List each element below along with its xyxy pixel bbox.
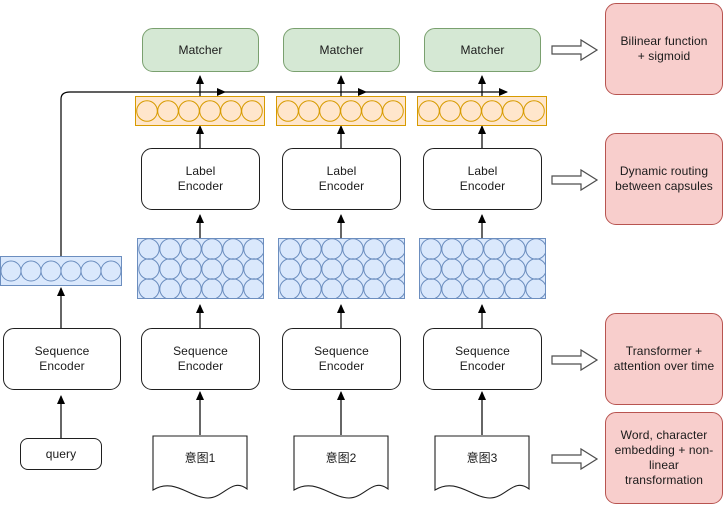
annotation-box-embedding[interactable]: Word, character embedding + non- linear … [605,412,723,504]
annotation-line1: Transformer + [625,344,703,358]
matcher-box-2[interactable]: Matcher [283,28,400,72]
label-capsule-strip-3 [417,96,547,126]
label-encoder-line1: Label [185,164,216,178]
document-shape-3[interactable]: 意图3 [434,435,530,505]
block-arrow-icon-3 [551,348,599,372]
annotation-box-transformer[interactable]: Transformer + attention over time [605,313,723,405]
label-encoder-line1: Label [467,164,498,178]
block-arrow-icon-1 [551,38,599,62]
document-label: 意图1 [184,451,216,465]
sequence-encoder-line1: Sequence [34,344,90,358]
label-encoder-line2: Encoder [459,179,506,193]
document-label: 意图3 [466,451,498,465]
document-shape-1[interactable]: 意图1 [152,435,248,505]
query-vector-strip [0,256,122,286]
sequence-encoder-box-3[interactable]: Sequence Encoder [423,328,542,390]
annotation-line1: Dynamic routing [619,164,709,178]
sequence-encoder-line2: Encoder [318,359,365,373]
sequence-encoder-line1: Sequence [455,344,510,358]
label-capsule-strip-2 [276,96,406,126]
block-arrow-icon-2 [551,168,599,192]
matcher-label: Matcher [178,42,223,57]
document-shape-2[interactable]: 意图2 [293,435,389,505]
annotation-line2: + sigmoid [637,49,691,63]
annotation-line2: attention over time [613,359,715,373]
sequence-encoder-line1: Sequence [314,344,369,358]
sequence-encoder-box-2[interactable]: Sequence Encoder [282,328,401,390]
token-capsule-grid-1 [137,238,264,299]
label-encoder-box-3[interactable]: Label Encoder [423,148,542,210]
label-encoder-box-2[interactable]: Label Encoder [282,148,401,210]
sequence-encoder-line2: Encoder [39,359,85,373]
query-input-box[interactable]: query [20,438,102,470]
label-capsule-strip-1 [135,96,265,126]
annotation-line3: linear transformation [624,458,704,487]
diagram-canvas: Matcher Matcher Matcher Label Encoder La… [0,0,724,517]
document-label: 意图2 [325,451,357,465]
token-capsule-grid-3 [419,238,546,299]
sequence-encoder-line2: Encoder [459,359,506,373]
label-encoder-line2: Encoder [318,179,365,193]
block-arrow-icon-4 [551,447,599,471]
token-capsule-grid-2 [278,238,405,299]
sequence-encoder-line1: Sequence [173,344,228,358]
annotation-box-bilinear[interactable]: Bilinear function + sigmoid [605,3,723,95]
sequence-encoder-box-query[interactable]: Sequence Encoder [3,328,121,390]
label-encoder-box-1[interactable]: Label Encoder [141,148,260,210]
annotation-line1: Word, character [620,428,708,442]
label-encoder-line2: Encoder [177,179,224,193]
sequence-encoder-box-1[interactable]: Sequence Encoder [141,328,260,390]
annotation-box-dynamic-routing[interactable]: Dynamic routing between capsules [605,133,723,225]
matcher-label: Matcher [319,42,364,57]
annotation-line2: embedding + non- [614,443,714,457]
matcher-box-3[interactable]: Matcher [424,28,541,72]
query-label: query [45,446,77,461]
matcher-label: Matcher [460,42,505,57]
label-encoder-line1: Label [326,164,357,178]
annotation-line2: between capsules [615,179,713,193]
matcher-box-1[interactable]: Matcher [142,28,259,72]
sequence-encoder-line2: Encoder [177,359,224,373]
annotation-line1: Bilinear function [620,34,708,48]
